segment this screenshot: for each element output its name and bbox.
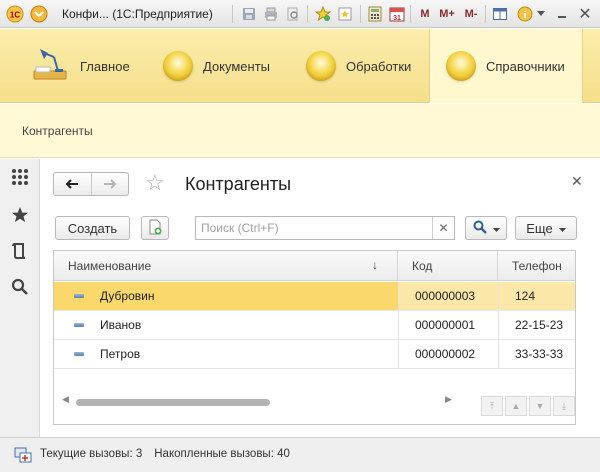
cell-name: Дубровин bbox=[100, 289, 155, 303]
cell-name: Иванов bbox=[100, 318, 142, 332]
section-label: Справочники bbox=[486, 58, 565, 74]
print-icon[interactable] bbox=[260, 3, 282, 25]
table-navigation: ⤒ ▲ ▼ ⤓ bbox=[481, 396, 575, 416]
sections-panel: Главное Документы Обработки Справочники bbox=[0, 29, 600, 103]
minimize-icon[interactable] bbox=[551, 3, 573, 25]
close-window-icon[interactable]: ✕ bbox=[574, 3, 596, 25]
orb-icon bbox=[163, 51, 193, 81]
table-row[interactable]: Дубровин 000000003 124 bbox=[54, 282, 575, 311]
column-header-code[interactable]: Код bbox=[398, 251, 498, 281]
star-icon[interactable] bbox=[8, 203, 32, 227]
favorite-add-icon[interactable] bbox=[312, 3, 334, 25]
favorite-star-icon[interactable]: ☆ bbox=[145, 171, 165, 195]
svg-text:31: 31 bbox=[393, 15, 401, 22]
section-command-contractors[interactable]: Контрагенты bbox=[22, 124, 93, 138]
go-last-icon[interactable]: ⤓ bbox=[553, 396, 575, 416]
toolbar-divider bbox=[307, 5, 308, 23]
section-label: Документы bbox=[203, 58, 271, 74]
section-processing[interactable]: Обработки bbox=[306, 29, 428, 103]
cell-phone: 124 bbox=[498, 282, 575, 310]
forward-arrow-icon[interactable] bbox=[90, 173, 128, 195]
clear-search-icon[interactable]: ✕ bbox=[432, 217, 454, 239]
form-title: Контрагенты bbox=[185, 174, 292, 194]
table-header: Наименование ↓ Код Телефон bbox=[54, 251, 575, 281]
calendar-icon[interactable]: 31 bbox=[386, 3, 408, 25]
app-logo-icon[interactable]: 1С bbox=[4, 3, 26, 25]
accumulated-calls: Накопленные вызовы: 40 bbox=[154, 448, 290, 460]
orb-icon bbox=[306, 51, 336, 81]
search-options-button[interactable] bbox=[465, 216, 507, 240]
section-label: Обработки bbox=[346, 58, 412, 74]
back-arrow-icon[interactable] bbox=[54, 173, 91, 195]
section-label: Главное bbox=[80, 58, 130, 74]
save-icon[interactable] bbox=[238, 3, 260, 25]
left-toolbar bbox=[0, 159, 40, 437]
section-catalogs[interactable]: Справочники bbox=[429, 29, 583, 103]
search-field[interactable]: ✕ bbox=[195, 216, 455, 240]
column-header-phone[interactable]: Телефон bbox=[498, 251, 575, 281]
desk-lamp-icon bbox=[30, 45, 70, 88]
server-calls-icon[interactable] bbox=[14, 447, 32, 463]
magnifier-icon bbox=[473, 220, 487, 237]
contractors-table: Наименование ↓ Код Телефон Дубровин 0000… bbox=[53, 250, 576, 425]
svg-text:i: i bbox=[524, 10, 527, 21]
memory-minus-button[interactable]: M- bbox=[460, 3, 482, 25]
dropdown-arrow-icon bbox=[558, 221, 566, 236]
history-icon[interactable] bbox=[8, 239, 32, 263]
toolbar-divider bbox=[410, 5, 411, 23]
calculator-icon[interactable] bbox=[364, 3, 386, 25]
table-row[interactable]: Петров 000000002 33-33-33 bbox=[54, 340, 575, 369]
create-button[interactable]: Создать bbox=[55, 216, 130, 240]
sort-desc-icon[interactable]: ↓ bbox=[372, 258, 378, 272]
go-first-icon[interactable]: ⤒ bbox=[481, 396, 503, 416]
go-next-icon[interactable]: ▼ bbox=[529, 396, 551, 416]
title-bar: 1С Конфи... (1С:Предприятие) 31 M M+ M- … bbox=[0, 0, 600, 28]
info-icon[interactable]: i bbox=[514, 3, 536, 25]
memory-plus-button[interactable]: M+ bbox=[436, 3, 458, 25]
current-calls: Текущие вызовы: 3 bbox=[40, 448, 143, 460]
close-form-icon[interactable]: ✕ bbox=[571, 173, 583, 190]
favorites-icon[interactable] bbox=[334, 3, 356, 25]
status-bar: Текущие вызовы: 3 Накопленные вызовы: 40 bbox=[0, 437, 600, 472]
form-area: ☆ Контрагенты ✕ Создать ✕ Еще Наименован… bbox=[41, 159, 594, 437]
section-content-bar: Контрагенты bbox=[0, 104, 600, 158]
cell-phone: 22-15-23 bbox=[498, 311, 575, 339]
search-icon[interactable] bbox=[8, 275, 32, 299]
cell-code: 000000001 bbox=[398, 311, 498, 339]
horizontal-scrollbar[interactable] bbox=[76, 398, 454, 406]
preview-icon[interactable] bbox=[282, 3, 304, 25]
go-previous-icon[interactable]: ▲ bbox=[505, 396, 527, 416]
orb-icon bbox=[446, 51, 476, 81]
memory-button[interactable]: M bbox=[414, 3, 436, 25]
search-input[interactable] bbox=[196, 217, 432, 239]
info-menu-icon[interactable] bbox=[536, 3, 546, 25]
apps-grid-icon[interactable] bbox=[8, 165, 32, 189]
section-documents[interactable]: Документы bbox=[163, 29, 288, 103]
main-menu-icon[interactable] bbox=[28, 3, 50, 25]
more-button[interactable]: Еще bbox=[515, 216, 577, 240]
toolbar-divider bbox=[485, 5, 486, 23]
more-button-label: Еще bbox=[526, 220, 553, 236]
toolbar-divider bbox=[360, 5, 361, 23]
section-main[interactable]: Главное bbox=[30, 29, 160, 103]
cell-name: Петров bbox=[100, 347, 141, 361]
dropdown-arrow-icon bbox=[492, 221, 500, 236]
cell-code: 000000002 bbox=[398, 340, 498, 368]
toolbar-divider bbox=[232, 5, 233, 23]
copy-document-icon bbox=[147, 219, 163, 238]
scrollbar-thumb[interactable] bbox=[76, 399, 270, 406]
copy-button[interactable] bbox=[141, 216, 169, 240]
navigation-buttons bbox=[53, 172, 129, 196]
server-calls-info: Текущие вызовы: 3 Накопленные вызовы: 40 bbox=[40, 448, 290, 460]
svg-text:1С: 1С bbox=[10, 11, 20, 20]
cell-code: 000000003 bbox=[398, 282, 498, 310]
table-row[interactable]: Иванов 000000001 22-15-23 bbox=[54, 311, 575, 340]
cell-phone: 33-33-33 bbox=[498, 340, 575, 368]
scroll-right-icon[interactable]: ▶ bbox=[445, 394, 452, 405]
window-title: Конфи... (1С:Предприятие) bbox=[62, 7, 213, 21]
panels-icon[interactable] bbox=[489, 3, 511, 25]
column-header-name[interactable]: Наименование bbox=[54, 251, 398, 281]
scroll-left-icon[interactable]: ◀ bbox=[62, 394, 69, 405]
